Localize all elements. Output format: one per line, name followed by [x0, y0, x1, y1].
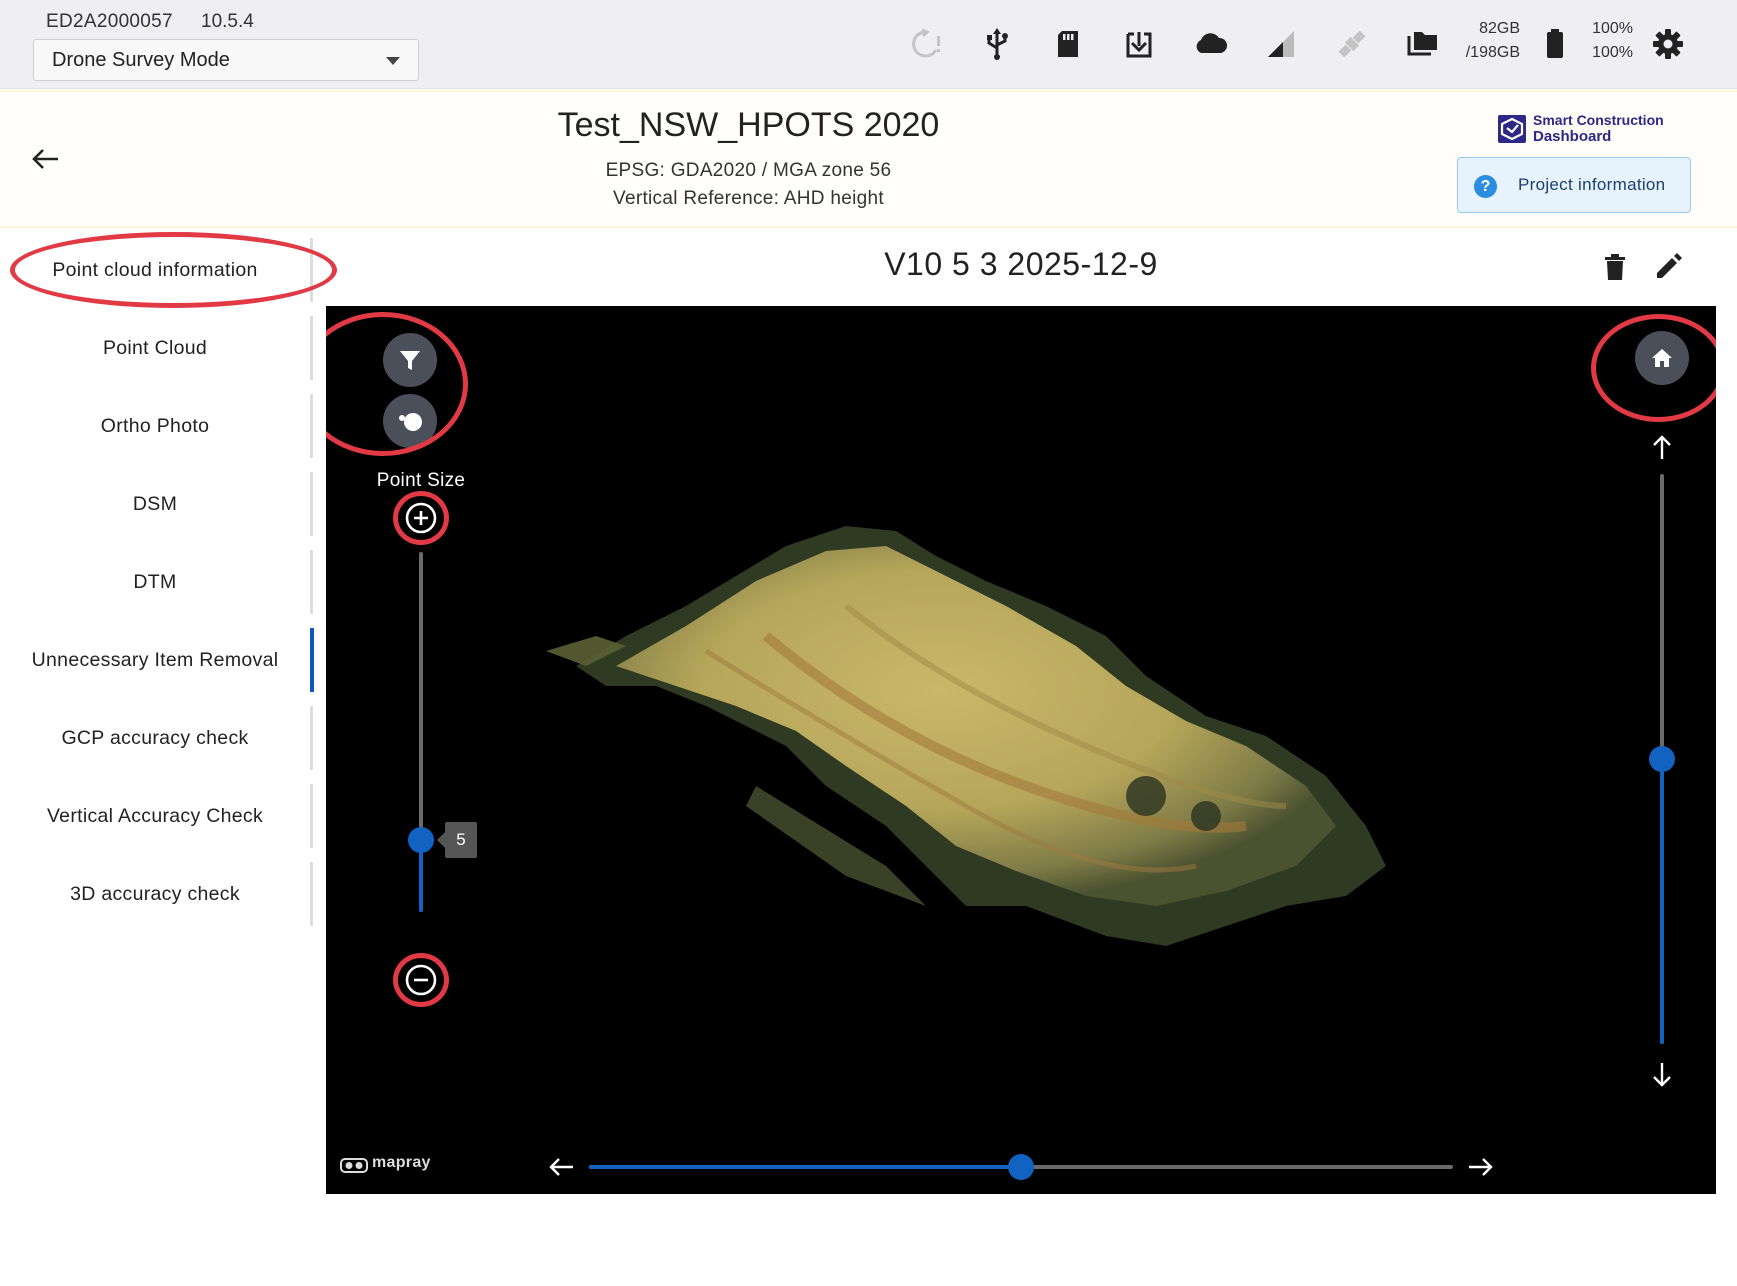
chevron-down-icon: [386, 57, 400, 65]
horizontal-slider-thumb[interactable]: [1008, 1154, 1034, 1180]
filter-icon: [400, 351, 420, 370]
point-size-value: 5: [437, 822, 477, 858]
sidebar-item-point-cloud[interactable]: Point Cloud: [0, 316, 310, 380]
sidebar-item-3d-accuracy-check[interactable]: 3D accuracy check: [0, 862, 310, 926]
smart-construction-logo: Smart Construction Dashboard: [1498, 112, 1668, 146]
sd-card-icon: [1050, 26, 1086, 62]
point-cloud-render: [546, 526, 1386, 946]
point-size-decrease-button[interactable]: [405, 964, 437, 996]
help-icon: ?: [1474, 175, 1497, 198]
sidebar-divider: [310, 316, 313, 380]
sidebar-item-point-cloud-information[interactable]: Point cloud information: [0, 238, 310, 302]
project-vertical-reference: Vertical Reference: AHD height: [613, 188, 884, 209]
arrow-right-icon[interactable]: [1465, 1152, 1495, 1182]
status-bar: ED2A2000057 10.5.4 Drone Survey Mode 82G…: [0, 0, 1737, 89]
storage-total: /198GB: [1465, 44, 1520, 61]
sidebar-item-gcp-accuracy-check[interactable]: GCP accuracy check: [0, 706, 310, 770]
arrow-up-icon[interactable]: [1647, 433, 1677, 463]
mapray-watermark: mapray: [340, 1152, 450, 1176]
sidebar: Point cloud information Point Cloud Orth…: [0, 238, 318, 938]
sidebar-item-ortho-photo[interactable]: Ortho Photo: [0, 394, 310, 458]
mode-select-value: Drone Survey Mode: [52, 49, 230, 71]
sidebar-divider: [310, 394, 313, 458]
usb-icon: [979, 26, 1015, 62]
firmware-version: 10.5.4: [201, 11, 254, 32]
sidebar-item-dsm[interactable]: DSM: [0, 472, 310, 536]
smart-construction-logo-mark: [1498, 115, 1526, 143]
battery-2: 100%: [1592, 44, 1633, 61]
minus-icon: [405, 964, 437, 996]
sidebar-divider: [310, 550, 313, 614]
sidebar-active-indicator: [310, 628, 314, 692]
sidebar-divider: [310, 862, 313, 926]
point-size-icon: [399, 413, 422, 431]
storage-used: 82GB: [1479, 20, 1520, 37]
point-cloud-title: V10 5 3 2025-12-9: [884, 246, 1158, 282]
arrow-down-icon[interactable]: [1647, 1059, 1677, 1089]
sidebar-divider: [310, 784, 313, 848]
sync-warning-icon: [908, 26, 944, 62]
logo-line-1: Smart Construction: [1533, 112, 1664, 128]
project-information-label: Project information: [1518, 175, 1666, 194]
sidebar-divider: [310, 706, 313, 770]
battery-1: 100%: [1592, 20, 1633, 37]
sidebar-divider: [310, 472, 313, 536]
project-title: Test_NSW_HPOTS 2020: [557, 106, 940, 144]
arrow-left-icon[interactable]: [547, 1152, 577, 1182]
home-view-button[interactable]: [1635, 331, 1689, 385]
vertical-slider-thumb[interactable]: [1649, 746, 1675, 772]
mapray-label: mapray: [372, 1154, 431, 1171]
cloud-icon: [1192, 26, 1228, 62]
point-size-label: Point Size: [376, 470, 466, 491]
mapray-logo-icon: [340, 1158, 368, 1173]
plus-icon: [405, 502, 437, 534]
download-icon: [1121, 26, 1157, 62]
logo-line-2: Dashboard: [1533, 128, 1612, 145]
vertical-slider-fill: [1660, 759, 1664, 1044]
sidebar-divider: [310, 238, 313, 302]
project-epsg: EPSG: GDA2020 / MGA zone 56: [605, 160, 892, 181]
gear-icon[interactable]: [1650, 26, 1686, 62]
sidebar-item-vertical-accuracy-check[interactable]: Vertical Accuracy Check: [0, 784, 310, 848]
project-header: Test_NSW_HPOTS 2020 EPSG: GDA2020 / MGA …: [0, 90, 1737, 228]
signal-icon: [1263, 26, 1299, 62]
filter-button[interactable]: [383, 333, 437, 387]
horizontal-slider-fill: [589, 1165, 1021, 1169]
point-size-slider-thumb[interactable]: [408, 827, 434, 853]
project-information-button[interactable]: ? Project information: [1457, 157, 1691, 213]
point-size-increase-button[interactable]: [405, 502, 437, 534]
home-icon: [1652, 349, 1672, 367]
point-cloud-viewer[interactable]: Point Size 5 mapray: [326, 306, 1716, 1194]
device-id: ED2A2000057: [46, 11, 173, 32]
satellite-icon: [1334, 26, 1370, 62]
sidebar-item-unnecessary-item-removal[interactable]: Unnecessary Item Removal: [0, 628, 310, 692]
point-size-toggle-button[interactable]: [383, 394, 437, 448]
folder-icon: [1405, 26, 1441, 62]
delete-icon[interactable]: [1598, 250, 1632, 284]
edit-pencil-icon[interactable]: [1651, 250, 1685, 284]
sidebar-item-dtm[interactable]: DTM: [0, 550, 310, 614]
mode-select[interactable]: Drone Survey Mode: [33, 39, 419, 81]
